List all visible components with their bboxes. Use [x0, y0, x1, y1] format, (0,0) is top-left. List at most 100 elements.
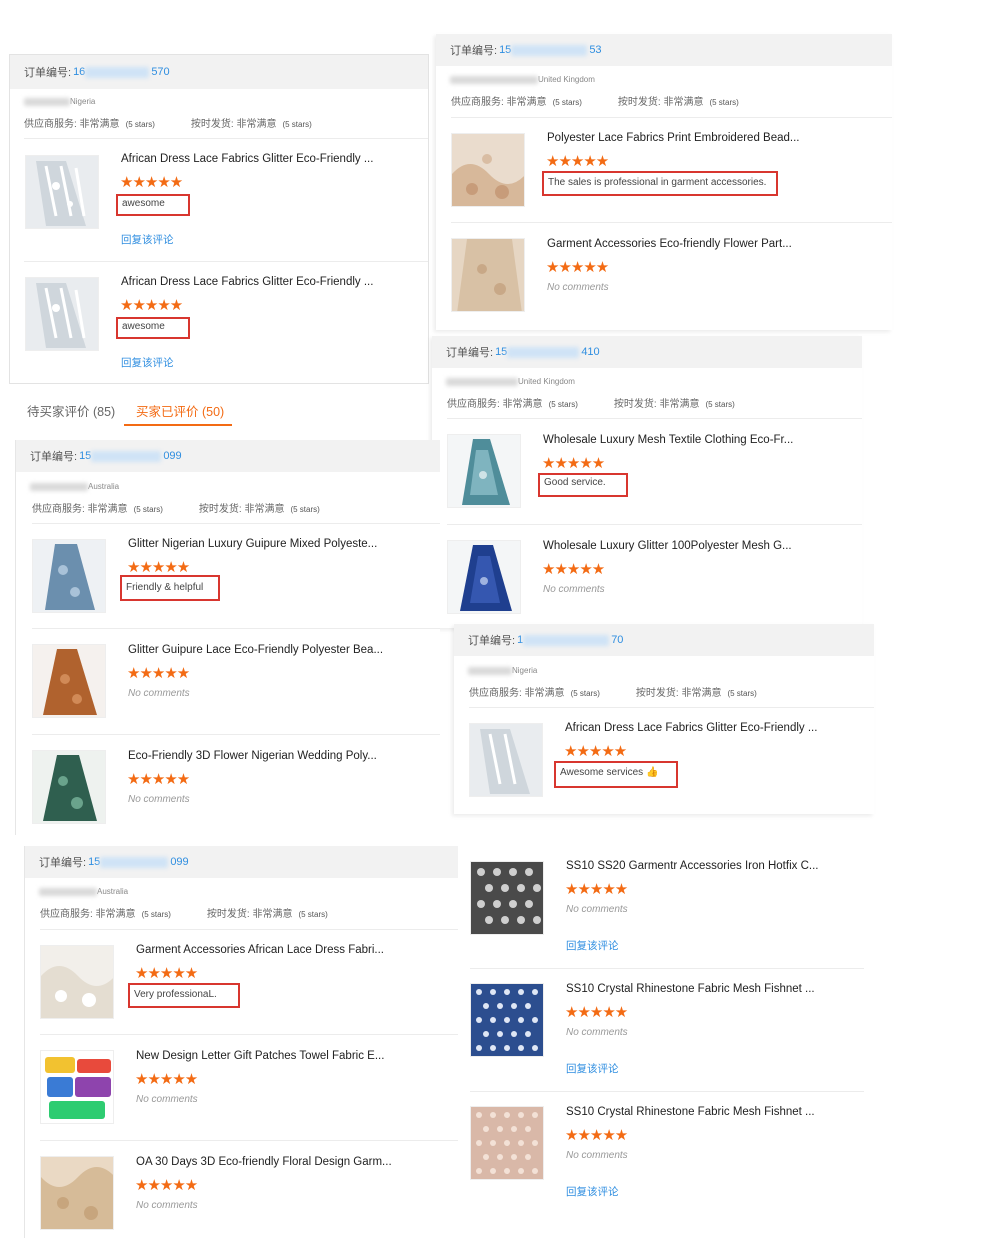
review-text: Very professionaL. — [128, 983, 240, 1008]
order-header: 订单编号: 15 53 — [436, 34, 892, 66]
product-thumbnail[interactable] — [40, 945, 114, 1019]
product-title[interactable]: African Dress Lace Fabrics Glitter Eco-F… — [121, 153, 373, 165]
hotfix-rhinestone-icon — [471, 862, 543, 934]
review-text: Awesome services 👍 — [554, 761, 678, 788]
order-header: 订单编号: 1 70 — [454, 624, 874, 656]
no-comments: No comments — [547, 282, 609, 293]
review-text: awesome — [116, 194, 190, 216]
order-card-5: 订单编号: 1 70 Nigeria 供应商服务: 非常满意 (5 stars) 按… — [454, 624, 874, 814]
product-title[interactable]: SS10 Crystal Rhinestone Fabric Mesh Fish… — [566, 1106, 815, 1118]
rating-stars: ★★★★★ — [135, 965, 198, 982]
rating-stars: ★★★★★ — [135, 1177, 198, 1194]
order-card-7: SS10 SS20 Garmentr Accessories Iron Hotf… — [466, 846, 864, 1238]
service-ratings: 供应商服务: 非常满意 (5 stars) 按时发货: 非常满意 (5 stars) — [447, 399, 735, 410]
product-title[interactable]: Garment Accessories African Lace Dress F… — [136, 944, 384, 956]
buyer-country: Nigeria — [468, 666, 537, 675]
order-header: 订单编号: 15 099 — [25, 846, 458, 878]
product-title[interactable]: OA 30 Days 3D Eco-friendly Floral Design… — [136, 1156, 392, 1168]
service-ratings: 供应商服务: 非常满意 (5 stars) 按时发货: 非常满意 (5 stars) — [469, 688, 757, 699]
product-thumbnail[interactable] — [447, 540, 521, 614]
lace-fabric-icon — [470, 724, 542, 796]
product-thumbnail[interactable] — [469, 723, 543, 797]
service-ratings: 供应商服务: 非常满意 (5 stars) 按时发货: 非常满意 (5 stars) — [32, 504, 320, 515]
reply-link[interactable]: 回复该评论 — [121, 232, 174, 247]
product-thumbnail[interactable] — [32, 750, 106, 824]
no-comments: No comments — [543, 584, 605, 595]
product-title[interactable]: Wholesale Luxury Glitter 100Polyester Me… — [543, 540, 792, 552]
product-title[interactable]: Glitter Nigerian Luxury Guipure Mixed Po… — [128, 538, 377, 550]
no-comments: No comments — [128, 688, 190, 699]
product-thumbnail[interactable] — [447, 434, 521, 508]
product-thumbnail[interactable] — [470, 861, 544, 935]
product-thumbnail[interactable] — [25, 155, 99, 229]
review-text: Good service. — [538, 473, 628, 497]
product-thumbnail[interactable] — [451, 133, 525, 207]
beige-lace-icon — [452, 134, 524, 206]
product-title[interactable]: SS10 SS20 Garmentr Accessories Iron Hotf… — [566, 860, 818, 872]
product-thumbnail[interactable] — [451, 238, 525, 312]
white-lace-icon — [41, 946, 113, 1018]
product-thumbnail[interactable] — [470, 1106, 544, 1180]
order-no-prefix[interactable]: 16 — [73, 66, 85, 78]
product-thumbnail[interactable] — [470, 983, 544, 1057]
blue-rhinestone-mesh-icon — [471, 984, 543, 1056]
product-thumbnail[interactable] — [40, 1050, 114, 1124]
service-ratings: 供应商服务: 非常满意 (5 stars) 按时发货: 非常满意 (5 stars) — [24, 119, 312, 130]
buyer-country: Australia — [30, 482, 119, 491]
product-title[interactable]: New Design Letter Gift Patches Towel Fab… — [136, 1050, 384, 1062]
teal-mesh-icon — [448, 435, 520, 507]
service-ratings: 供应商服务: 非常满意 (5 stars) 按时发货: 非常满意 (5 stars) — [40, 909, 328, 920]
rating-stars: ★★★★★ — [127, 665, 190, 682]
order-header: 订单编号: 15 410 — [432, 336, 862, 368]
rating-stars: ★★★★★ — [542, 455, 605, 472]
product-title[interactable]: Eco-Friendly 3D Flower Nigerian Wedding … — [128, 750, 377, 762]
lace-fabric-icon — [26, 278, 98, 350]
letter-patches-icon — [41, 1051, 113, 1123]
product-thumbnail[interactable] — [25, 277, 99, 351]
product-title[interactable]: Glitter Guipure Lace Eco-Friendly Polyes… — [128, 644, 383, 656]
no-comments: No comments — [136, 1094, 198, 1105]
order-no-label: 订单编号: — [24, 67, 72, 79]
product-thumbnail[interactable] — [40, 1156, 114, 1230]
product-title[interactable]: Garment Accessories Eco-friendly Flower … — [547, 238, 792, 250]
lace-fabric-icon — [26, 156, 98, 228]
product-title[interactable]: Polyester Lace Fabrics Print Embroidered… — [547, 132, 799, 144]
rating-stars: ★★★★★ — [546, 153, 609, 170]
no-comments: No comments — [566, 904, 628, 915]
copper-guipure-icon — [33, 645, 105, 717]
order-card-2: 订单编号: 15 53 United Kingdom 供应商服务: 非常满意 (5… — [436, 34, 892, 330]
tab-pending-reviews[interactable]: 待买家评价 (85) — [27, 401, 115, 420]
no-comments: No comments — [128, 794, 190, 805]
product-thumbnail[interactable] — [32, 539, 106, 613]
rating-stars: ★★★★★ — [127, 559, 190, 576]
review-text: Friendly & helpful — [120, 575, 220, 601]
reply-link[interactable]: 回复该评论 — [566, 938, 619, 953]
beige-lace-icon — [452, 239, 524, 311]
review-text: awesome — [116, 317, 190, 339]
reply-link[interactable]: 回复该评论 — [566, 1184, 619, 1199]
order-card-1: 订单编号: 16 570 Nigeria 供应商服务: 非常满意 (5 stars… — [9, 54, 429, 384]
rating-stars: ★★★★★ — [564, 743, 627, 760]
order-card-6: 订单编号: 15 099 Australia 供应商服务: 非常满意 (5 sta… — [24, 846, 458, 1238]
rating-stars: ★★★★★ — [127, 771, 190, 788]
no-comments: No comments — [566, 1027, 628, 1038]
product-title[interactable]: African Dress Lace Fabrics Glitter Eco-F… — [565, 722, 817, 734]
tab-buyer-reviewed[interactable]: 买家已评价 (50) — [136, 401, 224, 420]
product-thumbnail[interactable] — [32, 644, 106, 718]
rating-stars: ★★★★★ — [565, 881, 628, 898]
reply-link[interactable]: 回复该评论 — [121, 355, 174, 370]
green-3d-flower-icon — [33, 751, 105, 823]
order-no-suffix[interactable]: 570 — [151, 66, 169, 78]
order-card-3: 订单编号: 15 410 United Kingdom 供应商服务: 非常满意(… — [432, 336, 862, 628]
buyer-country: Australia — [39, 887, 128, 896]
reply-link[interactable]: 回复该评论 — [566, 1061, 619, 1076]
product-title[interactable]: African Dress Lace Fabrics Glitter Eco-F… — [121, 276, 373, 288]
product-title[interactable]: SS10 Crystal Rhinestone Fabric Mesh Fish… — [566, 983, 815, 995]
product-title[interactable]: Wholesale Luxury Mesh Textile Clothing E… — [543, 434, 793, 446]
order-card-4: 订单编号: 15 099 Australia 供应商服务: 非常满意 (5 sta… — [15, 440, 440, 835]
rating-stars: ★★★★★ — [135, 1071, 198, 1088]
rating-stars: ★★★★★ — [120, 174, 183, 191]
rating-stars: ★★★★★ — [546, 259, 609, 276]
order-no-redacted — [85, 66, 150, 78]
order-header: 订单编号: 16 570 — [10, 55, 428, 89]
